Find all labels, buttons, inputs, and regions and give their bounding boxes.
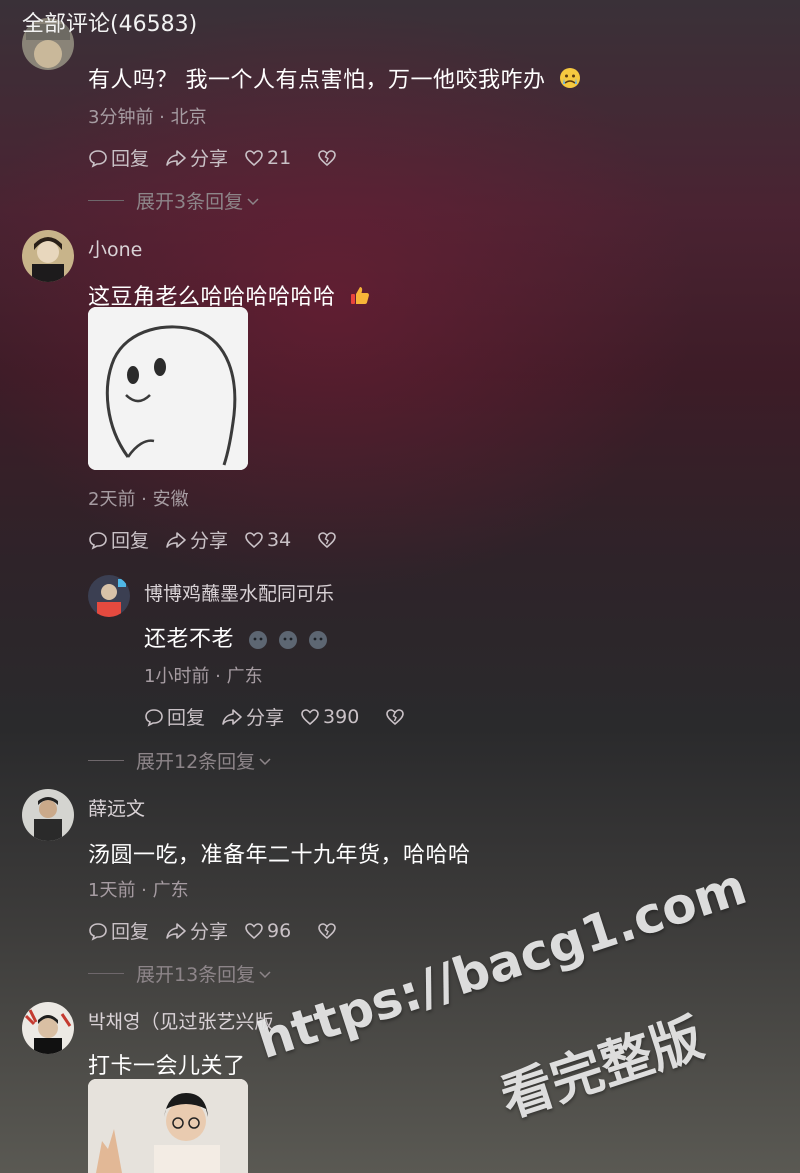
comment-text: 汤圆一吃，准备年二十九年货，哈哈哈 [88, 843, 471, 868]
round-face-icon [278, 631, 297, 649]
heart-icon [244, 530, 264, 550]
chevron-down-icon [258, 963, 272, 985]
chevron-down-icon [258, 750, 272, 772]
broken-heart-icon [317, 148, 337, 168]
crying-face-icon [559, 67, 581, 95]
username[interactable]: 小one [88, 235, 142, 262]
like-button[interactable]: 390 [300, 706, 359, 728]
share-button[interactable]: 分享 [165, 917, 228, 944]
share-button[interactable]: 分享 [221, 703, 284, 730]
like-button[interactable]: 34 [244, 529, 291, 551]
broken-heart-icon [317, 530, 337, 550]
comment-text: 还老不老 [144, 621, 328, 653]
comment-meta: 2天前 · 安徽 [88, 489, 189, 510]
share-button[interactable]: 分享 [165, 144, 228, 171]
avatar[interactable] [22, 230, 74, 282]
reply-icon [88, 530, 108, 550]
avatar[interactable] [88, 575, 130, 617]
expand-replies[interactable]: 展开12条回复 [88, 747, 272, 774]
comment-image[interactable] [88, 1079, 248, 1173]
dislike-button[interactable] [317, 530, 337, 550]
comment-meta: 3分钟前 · 北京 [88, 107, 207, 128]
reply-button[interactable]: 回复 [88, 526, 149, 553]
chevron-down-icon [246, 190, 260, 212]
broken-heart-icon [317, 921, 337, 941]
share-icon [165, 148, 187, 168]
like-count: 390 [323, 705, 360, 728]
comment-actions: 回复 分享 21 [88, 144, 337, 171]
divider [88, 200, 124, 201]
divider [88, 973, 124, 974]
username[interactable]: 박채영（见过张艺兴版 [88, 1007, 273, 1034]
share-icon [165, 921, 187, 941]
reply-button[interactable]: 回复 [88, 144, 149, 171]
comment-actions: 回复 分享 96 [88, 917, 337, 944]
share-icon [165, 530, 187, 550]
like-count: 34 [267, 528, 292, 551]
username[interactable]: 薛远文 [88, 794, 145, 821]
like-button[interactable]: 96 [244, 920, 291, 942]
avatar[interactable] [22, 1002, 74, 1054]
heart-icon [300, 707, 320, 727]
share-button[interactable]: 分享 [165, 526, 228, 553]
expand-replies[interactable]: 展开13条回复 [88, 960, 272, 987]
round-face-icon [248, 631, 267, 649]
like-count: 21 [267, 146, 292, 169]
reply-icon [88, 148, 108, 168]
comment-actions: 回复 分享 34 [88, 526, 337, 553]
reply-button[interactable]: 回复 [88, 917, 149, 944]
reply-icon [88, 921, 108, 941]
like-button[interactable]: 21 [244, 147, 291, 169]
round-face-icons [248, 630, 328, 650]
avatar[interactable] [22, 789, 74, 841]
reply-icon [144, 707, 164, 727]
like-count: 96 [267, 919, 292, 942]
dislike-button[interactable] [317, 148, 337, 168]
sticker-image[interactable] [88, 307, 248, 470]
reply-button[interactable]: 回复 [144, 703, 205, 730]
heart-icon [244, 148, 264, 168]
comment-meta: 1天前 · 广东 [88, 880, 189, 901]
username[interactable]: 博博鸡蘸墨水配同可乐 [144, 579, 334, 606]
comments-title: 全部评论(46583) [22, 12, 198, 37]
share-icon [221, 707, 243, 727]
comment-text: 有人吗？ 我一个人有点害怕，万一他咬我咋办 [88, 62, 581, 95]
dislike-button[interactable] [385, 707, 405, 727]
dislike-button[interactable] [317, 921, 337, 941]
comment-meta: 1小时前 · 广东 [144, 666, 263, 687]
thumbs-up-icon [349, 284, 371, 312]
watermark-caption: 看完整版 [494, 1008, 711, 1130]
heart-icon [244, 921, 264, 941]
comment-text: 打卡一会儿关了 [88, 1054, 246, 1079]
expand-replies[interactable]: 展开3条回复 [88, 187, 260, 214]
divider [88, 760, 124, 761]
round-face-icon [308, 631, 327, 649]
comment-actions: 回复 分享 390 [144, 703, 405, 730]
broken-heart-icon [385, 707, 405, 727]
